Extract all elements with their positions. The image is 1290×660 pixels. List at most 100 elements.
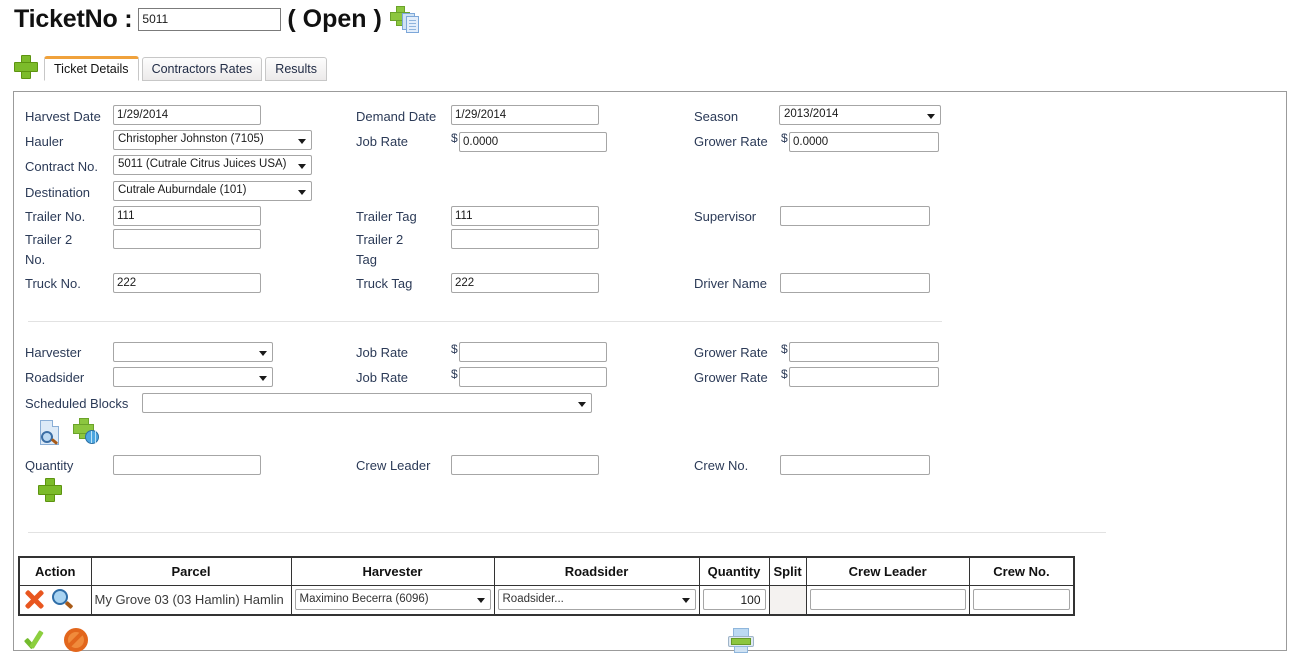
destination-select[interactable]: Cutrale Auburndale (101) — [113, 181, 312, 201]
truck-tag-input[interactable] — [451, 273, 599, 293]
view-icon[interactable] — [52, 588, 74, 611]
column-header-harvester: Harvester — [290, 556, 495, 586]
contract-no-select[interactable]: 5011 (Cutrale Citrus Juices USA) — [113, 155, 312, 175]
roadsider-select[interactable] — [113, 367, 273, 387]
column-header-crew-leader: Crew Leader — [805, 556, 970, 586]
chevron-down-icon — [259, 376, 267, 381]
chevron-down-icon — [927, 114, 935, 119]
demand-date-input[interactable] — [451, 105, 599, 125]
row-quantity-input[interactable] — [702, 589, 766, 611]
trailer-tag-input[interactable] — [451, 206, 599, 226]
currency-symbol-grower-rate-3: $ — [781, 367, 788, 381]
contract-no-value: 5011 (Cutrale Citrus Juices USA) — [118, 158, 287, 170]
table-row: My Grove 03 (03 Hamlin) Hamlin Maximino … — [18, 584, 1075, 616]
grower-rate-3-input[interactable] — [789, 367, 939, 387]
row-actions-cell — [18, 584, 92, 616]
job-rate-2-input[interactable] — [459, 342, 607, 362]
tab-bar: Ticket Details Contractors Rates Results — [14, 55, 330, 81]
divider-top — [28, 321, 942, 322]
label-supervisor: Supervisor — [694, 209, 757, 224]
harvest-date-input[interactable] — [113, 105, 261, 125]
currency-symbol-job-rate-3: $ — [451, 367, 458, 381]
season-select[interactable]: 2013/2014 — [779, 105, 941, 125]
destination-value: Cutrale Auburndale (101) — [118, 184, 247, 196]
label-driver-name: Driver Name — [694, 276, 767, 291]
label-job-rate-2: Job Rate — [356, 345, 409, 360]
row-split-cell — [768, 584, 807, 616]
add-icon[interactable] — [14, 55, 38, 79]
page-title: TicketNo : — [14, 4, 133, 33]
driver-name-input[interactable] — [780, 273, 930, 293]
trailer-no-input[interactable] — [113, 206, 261, 226]
chevron-down-icon — [578, 402, 586, 407]
label-scheduled-blocks: Scheduled Blocks — [25, 396, 129, 411]
crew-no-input[interactable] — [780, 455, 930, 475]
tab-results[interactable]: Results — [265, 57, 327, 81]
grower-rate-2-input[interactable] — [789, 342, 939, 362]
label-trailer2-tag-line2: Tag — [356, 252, 377, 267]
cancel-icon[interactable] — [64, 628, 88, 652]
row-crew-leader-input[interactable] — [809, 589, 966, 611]
add-row-icon[interactable] — [38, 478, 62, 502]
confirm-icon[interactable] — [26, 629, 52, 651]
label-crew-no: Crew No. — [694, 458, 749, 473]
row-roadsider-value: Roadsider... — [502, 593, 564, 606]
label-hauler: Hauler — [25, 134, 64, 149]
label-truck-tag: Truck Tag — [356, 276, 413, 291]
trailer2-tag-input[interactable] — [451, 229, 599, 249]
scheduled-blocks-select[interactable] — [142, 393, 592, 413]
label-trailer2-no-line2: No. — [25, 252, 46, 267]
label-grower-rate-1: Grower Rate — [694, 134, 768, 149]
column-header-parcel: Parcel — [90, 556, 292, 586]
grower-rate-1-input[interactable] — [789, 132, 939, 152]
row-harvester-select[interactable]: Maximino Becerra (6096) — [294, 589, 491, 611]
label-roadsider: Roadsider — [25, 370, 85, 385]
label-job-rate-3: Job Rate — [356, 370, 409, 385]
footer-actions — [26, 628, 88, 652]
crew-leader-input[interactable] — [451, 455, 599, 475]
label-truck-no: Truck No. — [25, 276, 81, 291]
truck-no-input[interactable] — [113, 273, 261, 293]
chevron-down-icon — [681, 598, 690, 604]
trailer2-no-input[interactable] — [113, 229, 261, 249]
job-rate-1-input[interactable] — [459, 132, 607, 152]
job-rate-3-input[interactable] — [459, 367, 607, 387]
label-destination: Destination — [25, 185, 91, 200]
divider-bottom — [28, 532, 1106, 533]
label-contract-no: Contract No. — [25, 159, 98, 174]
label-trailer-no: Trailer No. — [25, 209, 86, 224]
season-value: 2013/2014 — [784, 108, 839, 120]
page-header: TicketNo : ( Open ) — [14, 2, 420, 36]
chevron-down-icon — [298, 164, 306, 169]
delete-icon[interactable] — [23, 589, 45, 611]
currency-symbol-job-rate-1: $ — [451, 131, 458, 145]
row-crew-leader-cell — [805, 584, 970, 616]
label-quantity: Quantity — [25, 458, 74, 473]
label-grower-rate-3: Grower Rate — [694, 370, 768, 385]
print-icon[interactable] — [727, 628, 755, 654]
label-crew-leader: Crew Leader — [356, 458, 431, 473]
chevron-down-icon — [298, 190, 306, 195]
chevron-down-icon — [476, 598, 485, 604]
tab-ticket-details[interactable]: Ticket Details — [44, 56, 139, 81]
ticket-no-input[interactable] — [138, 7, 282, 31]
row-crew-no-input[interactable] — [972, 589, 1071, 611]
add-document-icon[interactable] — [389, 6, 420, 33]
row-roadsider-select[interactable]: Roadsider... — [497, 589, 696, 611]
label-grower-rate-2: Grower Rate — [694, 345, 768, 360]
chevron-down-icon — [298, 139, 306, 144]
ticket-status: ( Open ) — [287, 4, 382, 33]
column-header-crew-no: Crew No. — [968, 556, 1075, 586]
add-block-icon[interactable] — [72, 418, 100, 446]
supervisor-input[interactable] — [780, 206, 930, 226]
row-harvester-value: Maximino Becerra (6096) — [299, 593, 429, 606]
quantity-input[interactable] — [113, 455, 261, 475]
harvester-select[interactable] — [113, 342, 273, 362]
label-demand-date: Demand Date — [356, 109, 437, 124]
hauler-value: Christopher Johnston (7105) — [118, 133, 264, 145]
document-search-icon[interactable] — [38, 419, 66, 447]
tab-contractors-rates[interactable]: Contractors Rates — [141, 57, 263, 81]
label-trailer2-tag-line1: Trailer 2 — [356, 232, 404, 247]
hauler-select[interactable]: Christopher Johnston (7105) — [113, 130, 312, 150]
table-header-row: Action Parcel Harvester Roadsider Quanti… — [18, 556, 1075, 586]
